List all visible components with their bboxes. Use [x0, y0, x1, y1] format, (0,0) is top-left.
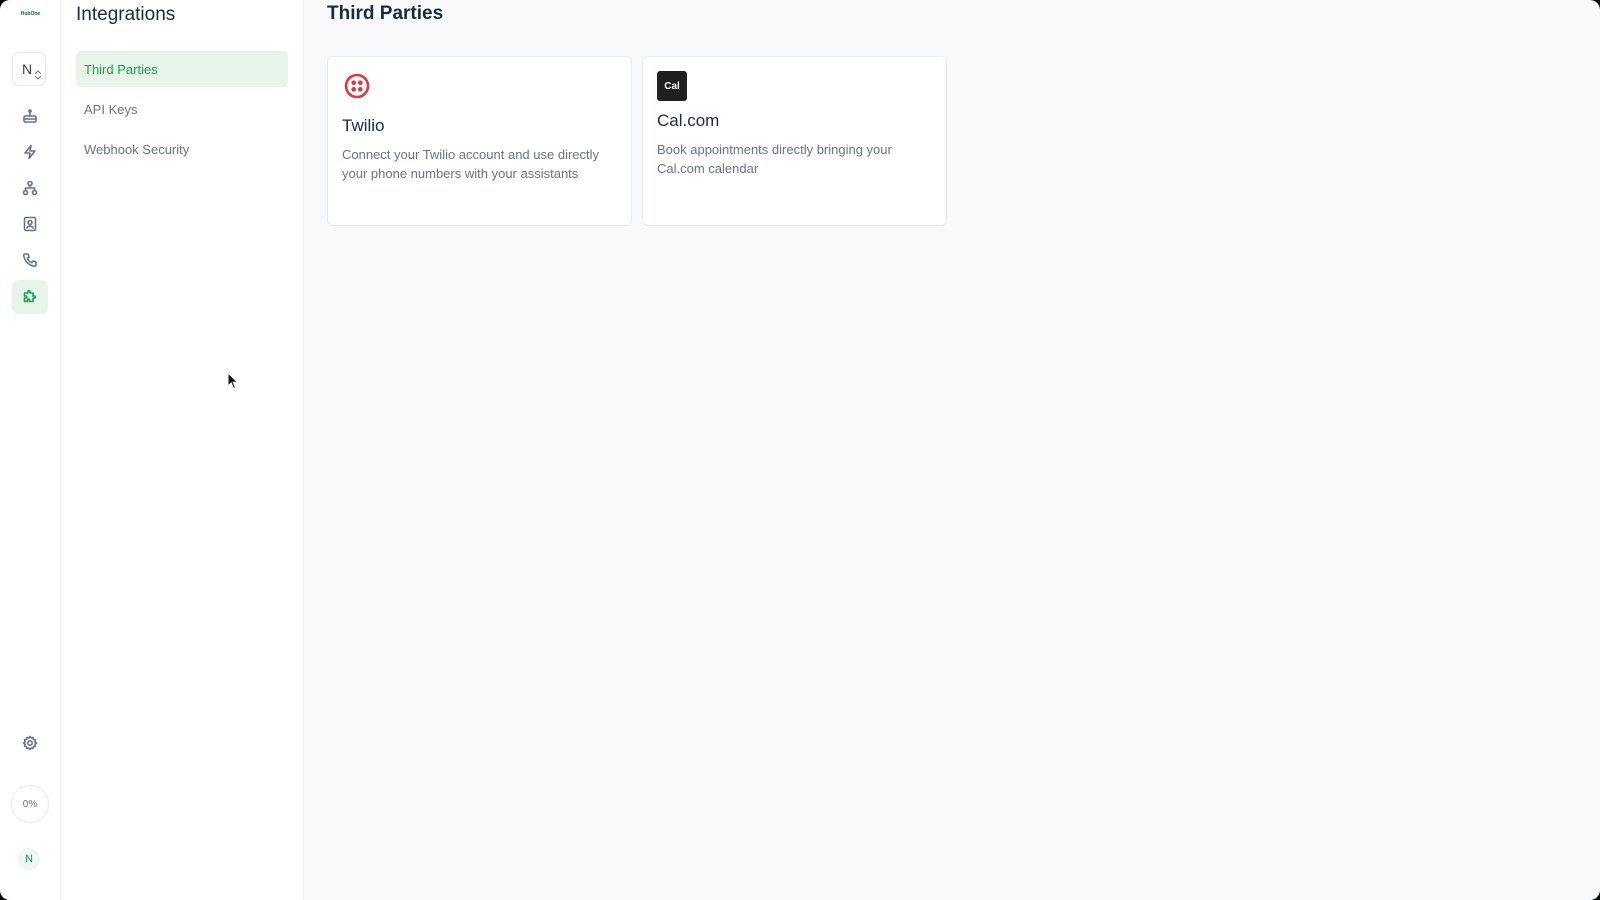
sidebar-item-api-keys[interactable]: API Keys — [76, 91, 288, 127]
card-title: Twilio — [342, 116, 385, 135]
user-avatar[interactable]: N — [18, 848, 40, 870]
mouse-cursor-icon — [227, 372, 239, 390]
sidebar-item-third-parties[interactable]: Third Parties — [76, 51, 288, 87]
calcom-logo-icon: Cal — [657, 71, 687, 101]
integrations-sidebar: Integrations Third Parties API Keys Webh… — [61, 0, 304, 900]
app-window: HubOne N 0% N Integrations Third Parties… — [0, 0, 1600, 900]
integration-card-twilio[interactable]: Twilio Connect your Twilio account and u… — [327, 56, 632, 226]
rail-contacts-button[interactable] — [12, 207, 48, 241]
gear-icon — [22, 735, 38, 751]
rail-actions-button[interactable] — [12, 135, 48, 169]
page-title: Third Parties — [327, 3, 444, 24]
puzzle-icon — [23, 289, 37, 303]
card-title: Cal.com — [657, 111, 720, 130]
twilio-logo-icon — [344, 73, 370, 99]
card-description: Book appointments directly bringing your… — [657, 142, 892, 176]
assistant-icon — [23, 109, 37, 123]
rail-phone-button[interactable] — [12, 243, 48, 277]
org-switcher[interactable]: N — [12, 52, 46, 86]
contacts-icon — [23, 216, 37, 232]
rail-assistants-button[interactable] — [12, 99, 48, 133]
rail-integrations-button[interactable] — [12, 280, 48, 314]
lightning-icon — [24, 144, 36, 160]
rail-workflows-button[interactable] — [12, 171, 48, 205]
icon-rail: HubOne N 0% N — [0, 0, 61, 900]
card-description: Connect your Twilio account and use dire… — [342, 147, 600, 181]
usage-indicator[interactable]: 0% — [11, 785, 49, 823]
chevron-up-down-icon — [34, 70, 42, 80]
sidebar-item-webhook-security[interactable]: Webhook Security — [76, 131, 288, 167]
sidebar-title: Integrations — [76, 4, 176, 25]
integration-card-calcom[interactable]: Cal Cal.com Book appointments directly b… — [642, 56, 947, 226]
phone-icon — [22, 253, 37, 268]
rail-settings-button[interactable] — [12, 726, 48, 760]
workflow-icon — [22, 180, 38, 196]
main-content: Third Parties Twilio Connect your Twilio… — [304, 0, 1600, 900]
org-initial: N — [21, 61, 33, 77]
app-logo[interactable]: HubOne — [10, 9, 51, 19]
